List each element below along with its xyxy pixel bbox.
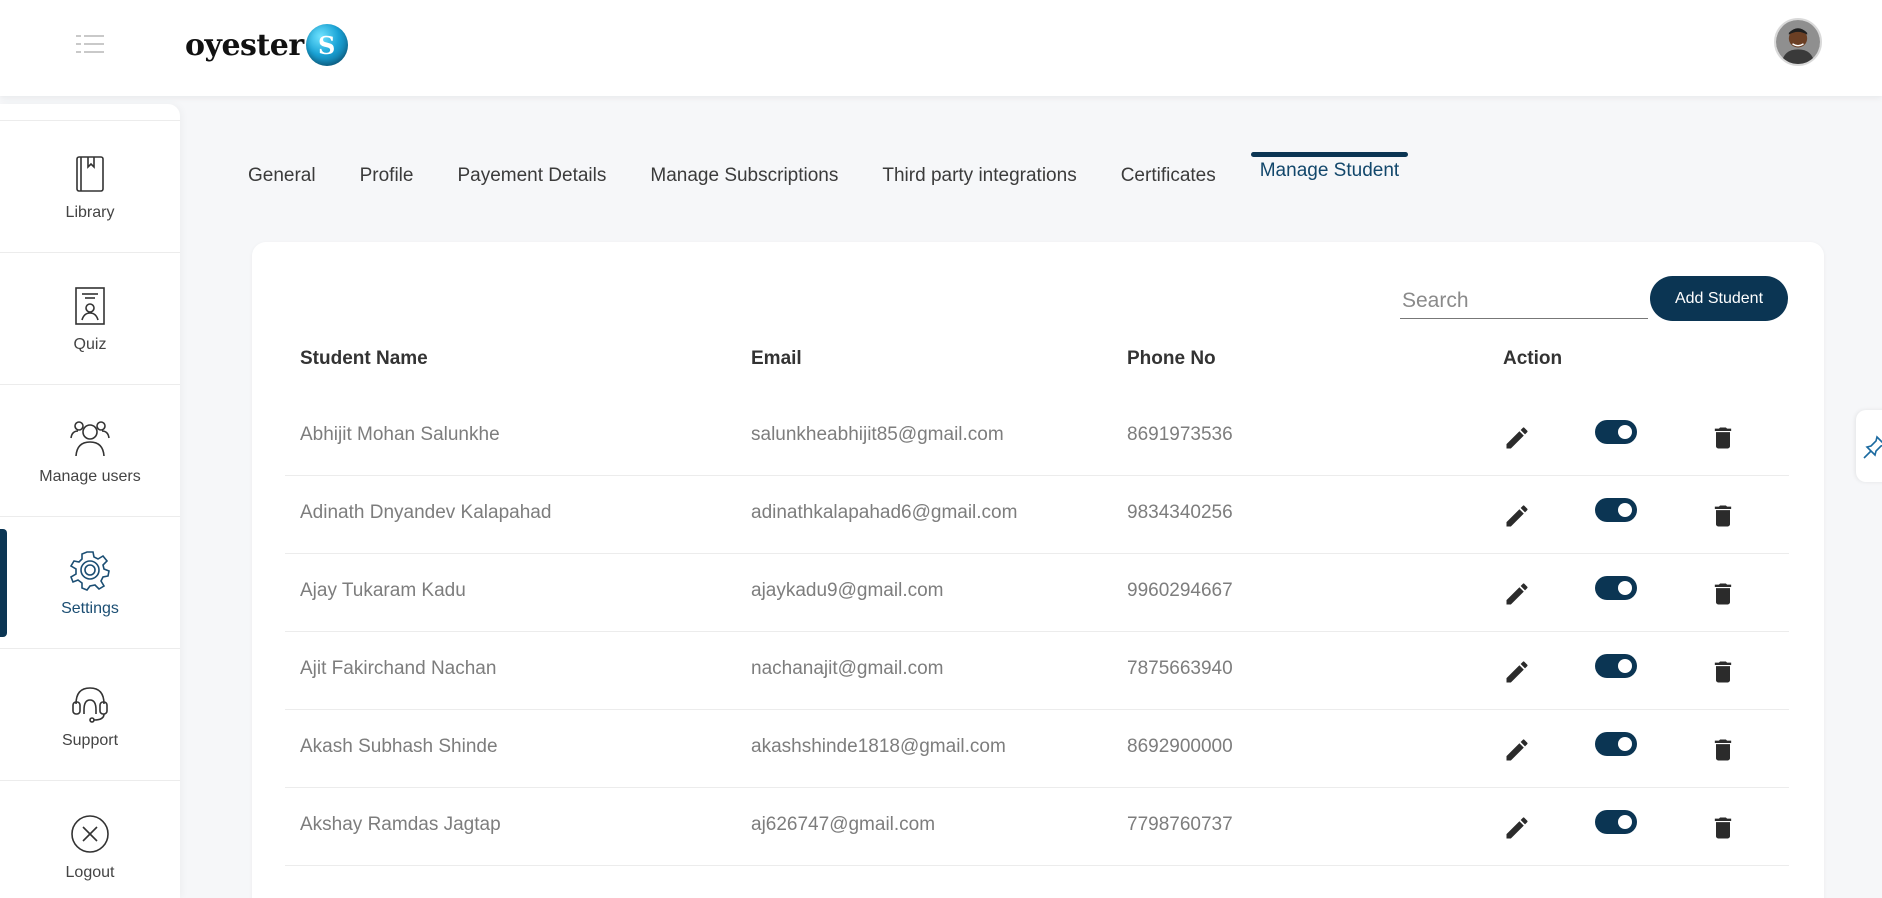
status-toggle[interactable] <box>1595 576 1637 600</box>
tab-third-party-integrations[interactable]: Third party integrations <box>882 160 1076 200</box>
student-name-cell: Adinath Dnyandev Kalapahad <box>300 502 552 523</box>
status-toggle[interactable] <box>1595 732 1637 756</box>
sidebar-item-label: Settings <box>61 599 119 617</box>
toggle-knob <box>1618 815 1632 829</box>
headset-icon <box>68 680 112 724</box>
sidebar-item-logout[interactable]: Logout <box>0 780 180 898</box>
toggle-knob <box>1618 659 1632 673</box>
active-indicator <box>0 529 7 637</box>
phone-cell: 8692900000 <box>1127 736 1233 757</box>
table-row: Akshay Ramdas Jagtap aj626747@gmail.com 77… <box>285 788 1789 866</box>
sidebar-item-manage-users[interactable]: Manage users <box>0 384 180 516</box>
status-toggle[interactable] <box>1595 498 1637 522</box>
phone-cell: 7875663940 <box>1127 658 1233 679</box>
sidebar-item-label: Library <box>65 203 115 221</box>
quiz-icon <box>68 284 112 328</box>
tab-profile[interactable]: Profile <box>360 160 414 200</box>
sidebar-item-label: Logout <box>65 863 115 881</box>
sidebar-item-support[interactable]: Support <box>0 648 180 780</box>
sidebar-item-library[interactable]: Library <box>0 120 180 252</box>
student-name-cell: Akshay Ramdas Jagtap <box>300 814 501 835</box>
settings-tabs: General Profile Payement Details Manage … <box>248 152 1443 200</box>
phone-cell: 9834340256 <box>1127 502 1233 523</box>
delete-icon[interactable] <box>1709 502 1737 530</box>
status-toggle[interactable] <box>1595 654 1637 678</box>
column-header-action: Action <box>1503 348 1563 369</box>
table-row: Adinath Dnyandev Kalapahad adinathkalapah… <box>285 476 1789 554</box>
edit-icon[interactable] <box>1503 814 1531 842</box>
tab-certificates[interactable]: Certificates <box>1121 160 1216 200</box>
toggle-knob <box>1618 737 1632 751</box>
status-toggle[interactable] <box>1595 420 1637 444</box>
table-row: Akash Subhash Shinde akashshinde1818@gmai… <box>285 710 1789 788</box>
student-name-cell: Abhijit Mohan Salunkhe <box>300 424 500 445</box>
top-header: oyester S <box>0 0 1882 96</box>
email-cell: aj626747@gmail.com <box>751 814 936 835</box>
student-name-cell: Akash Subhash Shinde <box>300 736 498 757</box>
sidebar-item-label: Quiz <box>73 335 107 353</box>
sidebar-item-label: Support <box>61 731 119 749</box>
logo-badge: S <box>305 24 348 66</box>
user-avatar[interactable] <box>1774 18 1822 66</box>
toggle-knob <box>1618 503 1632 517</box>
tab-payment-details[interactable]: Payement Details <box>457 160 606 200</box>
delete-icon[interactable] <box>1709 736 1737 764</box>
sidebar-item-settings[interactable]: Settings <box>0 516 180 648</box>
delete-icon[interactable] <box>1709 814 1737 842</box>
email-cell: ajaykadu9@gmail.com <box>751 580 944 601</box>
phone-cell: 9960294667 <box>1127 580 1233 601</box>
sidebar-item-quiz[interactable]: Quiz <box>0 252 180 384</box>
email-cell: nachanajit@gmail.com <box>751 658 944 679</box>
tab-general[interactable]: General <box>248 160 316 200</box>
logo-text: oyester <box>185 27 304 63</box>
email-cell: salunkheabhijit85@gmail.com <box>751 424 1004 445</box>
status-toggle[interactable] <box>1595 810 1637 834</box>
menu-toggle-icon[interactable] <box>74 32 108 56</box>
sidebar-item-label: Manage users <box>39 467 141 485</box>
edit-icon[interactable] <box>1503 424 1531 452</box>
book-icon <box>68 152 112 196</box>
column-header-email: Email <box>751 348 802 369</box>
table-row: Abhijit Mohan Salunkhe salunkheabhijit85@… <box>285 398 1789 476</box>
delete-icon[interactable] <box>1709 580 1737 608</box>
edit-icon[interactable] <box>1503 736 1531 764</box>
column-header-name: Student Name <box>300 348 428 369</box>
toggle-knob <box>1618 581 1632 595</box>
tab-manage-student[interactable]: Manage Student <box>1250 150 1409 190</box>
email-cell: akashshinde1818@gmail.com <box>751 736 1006 757</box>
close-circle-icon <box>68 812 112 856</box>
floating-tools-tab[interactable] <box>1856 410 1882 482</box>
search-input[interactable] <box>1400 283 1648 319</box>
delete-icon[interactable] <box>1709 424 1737 452</box>
pin-icon <box>1863 435 1882 459</box>
edit-icon[interactable] <box>1503 502 1531 530</box>
student-name-cell: Ajay Tukaram Kadu <box>300 580 466 601</box>
tab-manage-subscriptions[interactable]: Manage Subscriptions <box>650 160 838 200</box>
add-student-button[interactable]: Add Student <box>1650 276 1788 321</box>
app-logo[interactable]: oyester S <box>185 22 348 68</box>
column-header-phone: Phone No <box>1127 348 1216 369</box>
edit-icon[interactable] <box>1503 658 1531 686</box>
table-row: Ajit Fakirchand Nachan nachanajit@gmail.c… <box>285 632 1789 710</box>
toggle-knob <box>1618 425 1632 439</box>
phone-cell: 7798760737 <box>1127 814 1233 835</box>
delete-icon[interactable] <box>1709 658 1737 686</box>
users-icon <box>68 416 112 460</box>
sidebar: Library Quiz Manage users Settings Suppo… <box>0 104 180 898</box>
edit-icon[interactable] <box>1503 580 1531 608</box>
student-name-cell: Ajit Fakirchand Nachan <box>300 658 497 679</box>
table-row: Ajay Tukaram Kadu ajaykadu9@gmail.com 9960… <box>285 554 1789 632</box>
email-cell: adinathkalapahad6@gmail.com <box>751 502 1018 523</box>
phone-cell: 8691973536 <box>1127 424 1233 445</box>
gear-icon <box>68 548 112 592</box>
